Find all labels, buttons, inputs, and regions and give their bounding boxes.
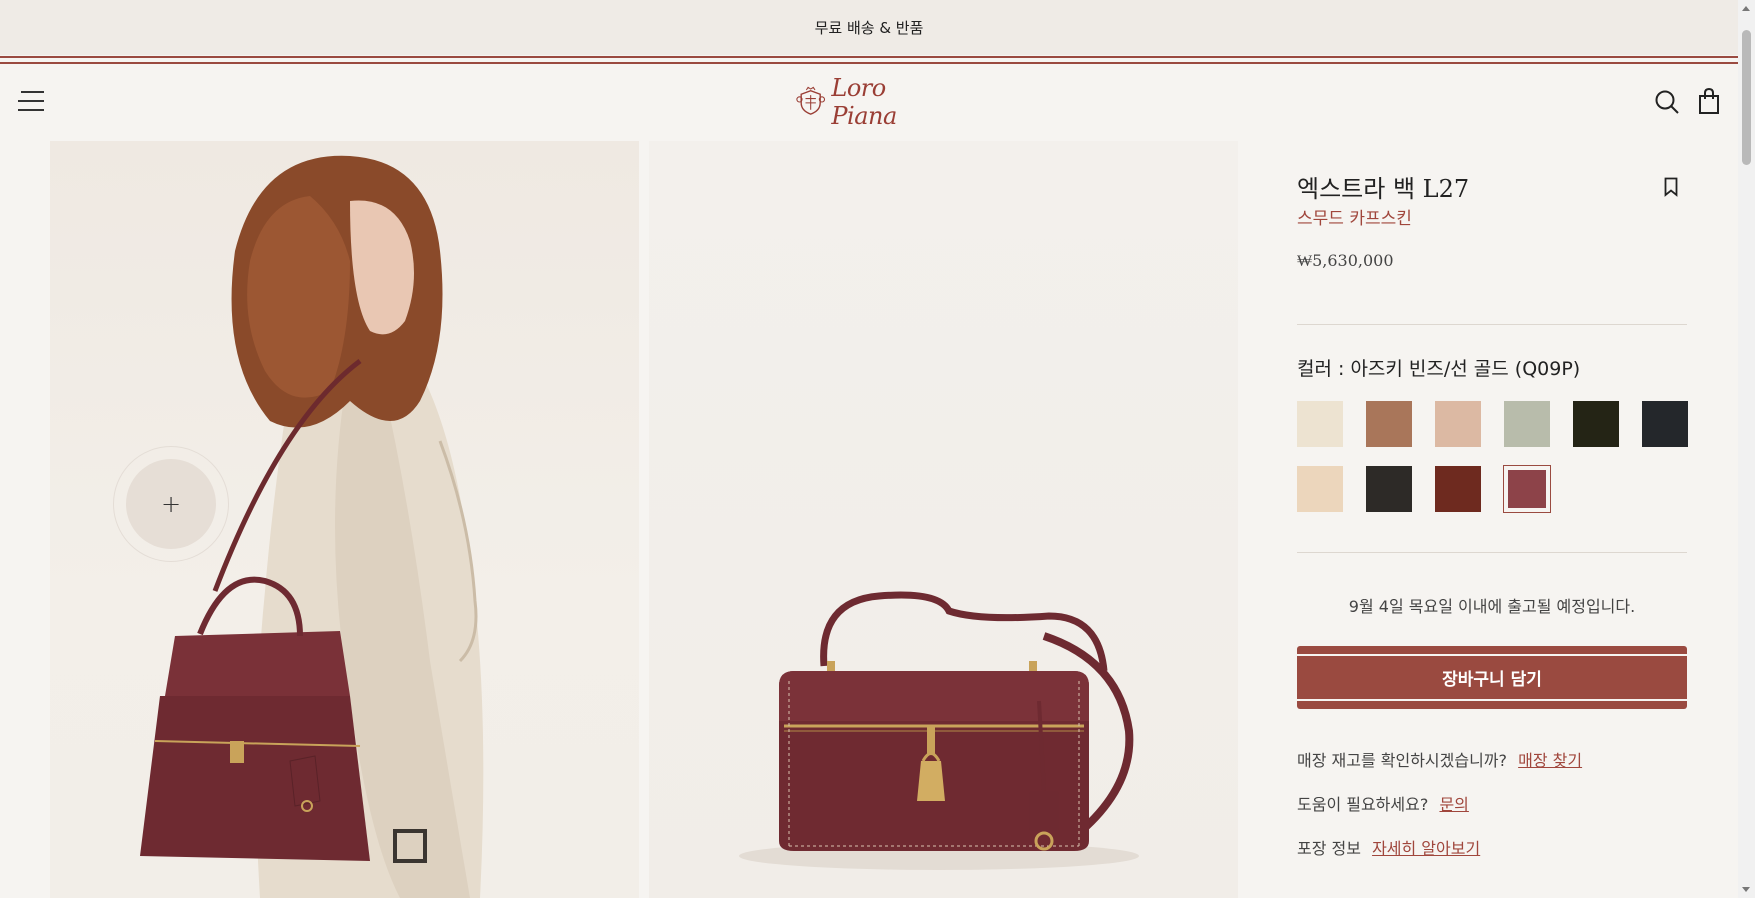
help-row: 도움이 필요하세요? 문의 (1297, 791, 1469, 815)
find-store-link[interactable]: 매장 찾기 (1518, 751, 1582, 770)
packaging-label: 포장 정보 (1297, 839, 1361, 858)
shopping-bag-icon[interactable] (1696, 87, 1722, 115)
search-icon[interactable] (1654, 89, 1680, 115)
color-swatch[interactable] (1504, 401, 1550, 447)
color-swatch[interactable] (1297, 401, 1343, 447)
site-header: Loro Piana (0, 65, 1738, 140)
product-image-bag[interactable] (649, 141, 1238, 898)
bag-illustration (739, 591, 1139, 870)
scroll-thumb[interactable] (1742, 30, 1751, 165)
scroll-down-icon[interactable] (1742, 887, 1750, 892)
page-scrollbar[interactable] (1738, 0, 1755, 898)
announcement-bar: 무료 배송 & 반품 (0, 0, 1738, 55)
add-to-cart-label: 장바구니 담기 (1442, 670, 1542, 690)
color-swatch[interactable] (1435, 401, 1481, 447)
color-swatch[interactable] (1435, 466, 1481, 512)
color-swatch[interactable] (1366, 466, 1412, 512)
bookmark-icon[interactable] (1664, 177, 1678, 197)
product-title: 엑스트라 백 L27 (1297, 175, 1470, 203)
menu-icon[interactable] (18, 89, 44, 113)
color-label: 컬러 : 아즈키 빈즈/선 골드 (Q09P) (1297, 358, 1581, 380)
packaging-learn-more-link[interactable]: 자세히 알아보기 (1372, 839, 1480, 858)
divider (1297, 552, 1687, 553)
scroll-up-icon[interactable] (1742, 6, 1750, 11)
announcement-text: 무료 배송 & 반품 (814, 19, 924, 37)
plus-icon: + (160, 490, 182, 518)
crest-icon (796, 86, 826, 115)
divider (1297, 324, 1687, 325)
color-swatch[interactable] (1297, 466, 1343, 512)
product-material: 스무드 카프스킨 (1297, 209, 1412, 229)
color-swatch[interactable] (1573, 401, 1619, 447)
zoom-button[interactable]: + (113, 446, 229, 562)
color-swatch[interactable] (1642, 401, 1688, 447)
contact-link[interactable]: 문의 (1439, 795, 1468, 814)
store-stock-row: 매장 재고를 확인하시겠습니까? 매장 찾기 (1297, 747, 1582, 771)
store-stock-question: 매장 재고를 확인하시겠습니까? (1297, 751, 1508, 770)
product-image-model[interactable]: + (50, 141, 639, 898)
brand-wordmark: Loro Piana (831, 74, 897, 130)
add-to-cart-button[interactable]: 장바구니 담기 (1297, 646, 1687, 709)
color-swatch[interactable] (1366, 401, 1412, 447)
packaging-row: 포장 정보 자세히 알아보기 (1297, 835, 1480, 859)
brand-logo[interactable]: Loro Piana (796, 74, 941, 130)
product-price: ₩5,630,000 (1297, 251, 1394, 270)
help-question: 도움이 필요하세요? (1297, 795, 1429, 814)
color-swatch[interactable] (1503, 465, 1551, 513)
shipping-note: 9월 4일 목요일 이내에 출고될 예정입니다. (1348, 597, 1636, 616)
announcement-divider (0, 55, 1738, 65)
